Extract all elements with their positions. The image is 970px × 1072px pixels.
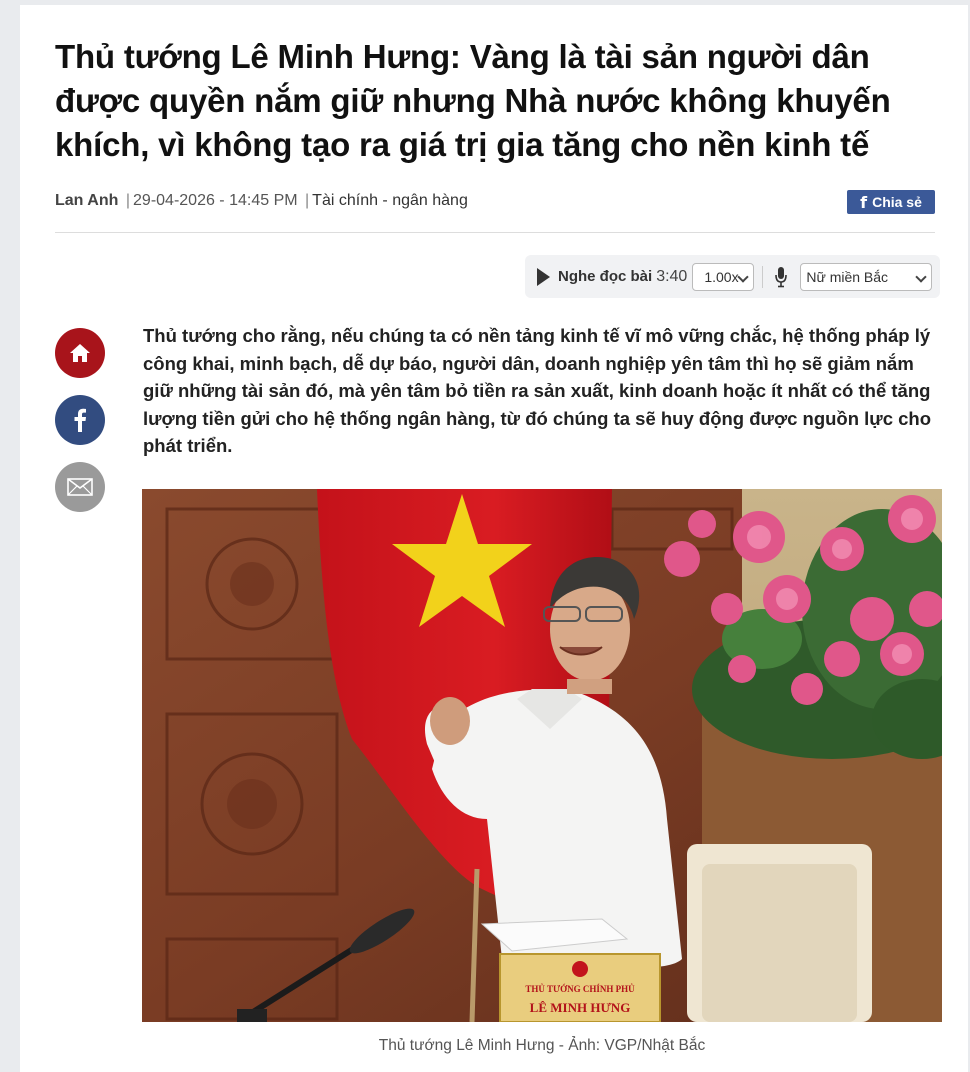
article-title: Thủ tướng Lê Minh Hưng: Vàng là tài sản … (55, 38, 891, 163)
mail-icon (67, 478, 93, 496)
article-page: Thủ tướng Lê Minh Hưng: Vàng là tài sản … (20, 5, 968, 1072)
player-divider (762, 265, 764, 288)
facebook-share-circle[interactable] (55, 395, 105, 445)
home-button[interactable] (55, 328, 105, 378)
facebook-icon (74, 408, 86, 432)
voice-select[interactable]: Nữ miền Bắc (800, 262, 933, 291)
nameplate-name: LÊ MINH HƯNG (530, 1000, 631, 1015)
chevron-down-icon (737, 270, 749, 283)
photo-caption: Thủ tướng Lê Minh Hưng - Ảnh: VGP/Nhật B… (378, 1037, 706, 1054)
play-icon[interactable] (537, 267, 550, 286)
email-share-circle[interactable] (55, 462, 105, 512)
meta-divider (55, 232, 935, 233)
facebook-share-button[interactable]: f Chia sẻ (847, 190, 935, 214)
article-lead: Thủ tướng cho rằng, nếu chúng ta có nền … (143, 325, 932, 456)
speed-select[interactable]: 1.00x (692, 262, 755, 291)
audio-player: Nghe đọc bài 3:40 1.00x Nữ miền Bắc (525, 255, 940, 298)
meta-separator: | (125, 192, 131, 209)
chevron-down-icon (915, 270, 927, 283)
microphone-icon (774, 266, 788, 288)
voice-value: Nữ miền Bắc (806, 268, 889, 285)
meta-separator: | (305, 192, 310, 209)
author-name[interactable]: Lan Anh (55, 192, 118, 209)
listen-label[interactable]: Nghe đọc bài (558, 268, 652, 285)
facebook-icon: f (860, 192, 868, 212)
share-label: Chia sẻ (872, 194, 922, 210)
article-photo: THỦ TƯỚNG CHÍNH PHỦ LÊ MINH HƯNG (142, 489, 942, 1022)
audio-duration: 3:40 (656, 267, 688, 285)
publish-datetime: 29-04-2026 - 14:45 PM (133, 192, 298, 209)
article-meta: Lan Anh | 29-04-2026 - 14:45 PM | Tài chín… (55, 191, 468, 211)
home-icon (70, 344, 90, 362)
nameplate-title: THỦ TƯỚNG CHÍNH PHỦ (525, 984, 635, 994)
speed-value: 1.00x (704, 268, 739, 285)
category-link[interactable]: Tài chính - ngân hàng (312, 192, 468, 209)
